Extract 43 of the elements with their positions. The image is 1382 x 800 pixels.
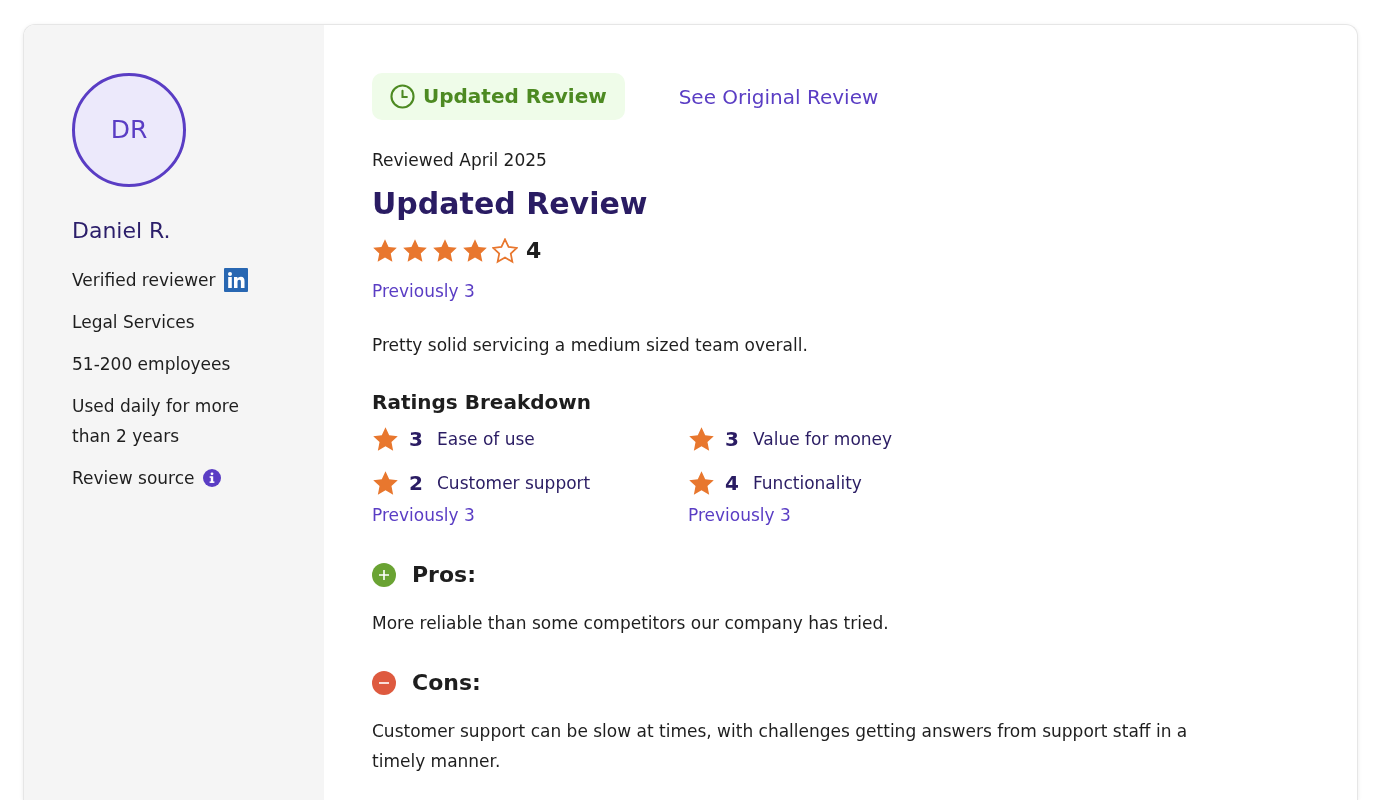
reviewer-detail: Used daily for more than 2 years xyxy=(72,395,240,448)
star-icon xyxy=(372,469,399,497)
reviewer-detail: Review source xyxy=(72,467,195,490)
info-icon xyxy=(202,469,221,487)
section-text: More reliable than some competitors our company has tried. xyxy=(372,612,890,635)
review-date: Reviewed April 2025 xyxy=(372,149,548,172)
star-icon xyxy=(688,469,715,497)
rating-category: Customer support xyxy=(437,472,591,495)
star-icon xyxy=(402,238,428,264)
rating-score: 3 xyxy=(408,426,424,453)
rating-score: 3 xyxy=(724,426,740,453)
review-title: Updated Review xyxy=(372,185,649,223)
reviewer-detail: Verified reviewer xyxy=(72,269,216,292)
rating-category: Value for money xyxy=(753,428,893,451)
avatar-initials: DR xyxy=(72,73,186,187)
rating-category: Functionality xyxy=(753,472,862,495)
reviewer-name: Daniel R. xyxy=(72,217,172,245)
reviewer-detail: 51-200 employees xyxy=(72,353,232,376)
star-icon xyxy=(372,425,399,453)
reviewer-detail: Legal Services xyxy=(72,311,196,334)
rating-value: 4 xyxy=(526,238,542,264)
section-heading: Pros: xyxy=(412,561,476,589)
rating-score: 4 xyxy=(724,470,740,497)
empty-star-icon xyxy=(492,238,518,264)
star-icon xyxy=(462,238,488,264)
linkedin-icon xyxy=(223,268,248,292)
clock-icon xyxy=(390,84,415,109)
original-review-link[interactable]: See Original Review xyxy=(678,81,879,112)
status-label: Updated Review xyxy=(423,84,607,109)
rating-score: 2 xyxy=(408,470,424,497)
plus-icon xyxy=(372,563,396,587)
section-heading: Cons: xyxy=(412,669,481,697)
star-icon xyxy=(432,238,458,264)
previous-rating: Previously 3 xyxy=(688,504,792,527)
section-text: Customer support can be slow at times, with challenges getting answers from support staff in a timely manner. xyxy=(372,720,1189,773)
previous-rating: Previously 3 xyxy=(372,280,476,303)
review-summary: Pretty solid servicing a medium sized team overall. xyxy=(372,334,809,357)
previous-rating: Previously 3 xyxy=(372,504,476,527)
rating-category: Ease of use xyxy=(437,428,535,451)
breakdown-heading: Ratings Breakdown xyxy=(372,389,592,416)
star-icon xyxy=(688,425,715,453)
minus-icon xyxy=(372,671,396,695)
star-icon xyxy=(372,238,398,264)
